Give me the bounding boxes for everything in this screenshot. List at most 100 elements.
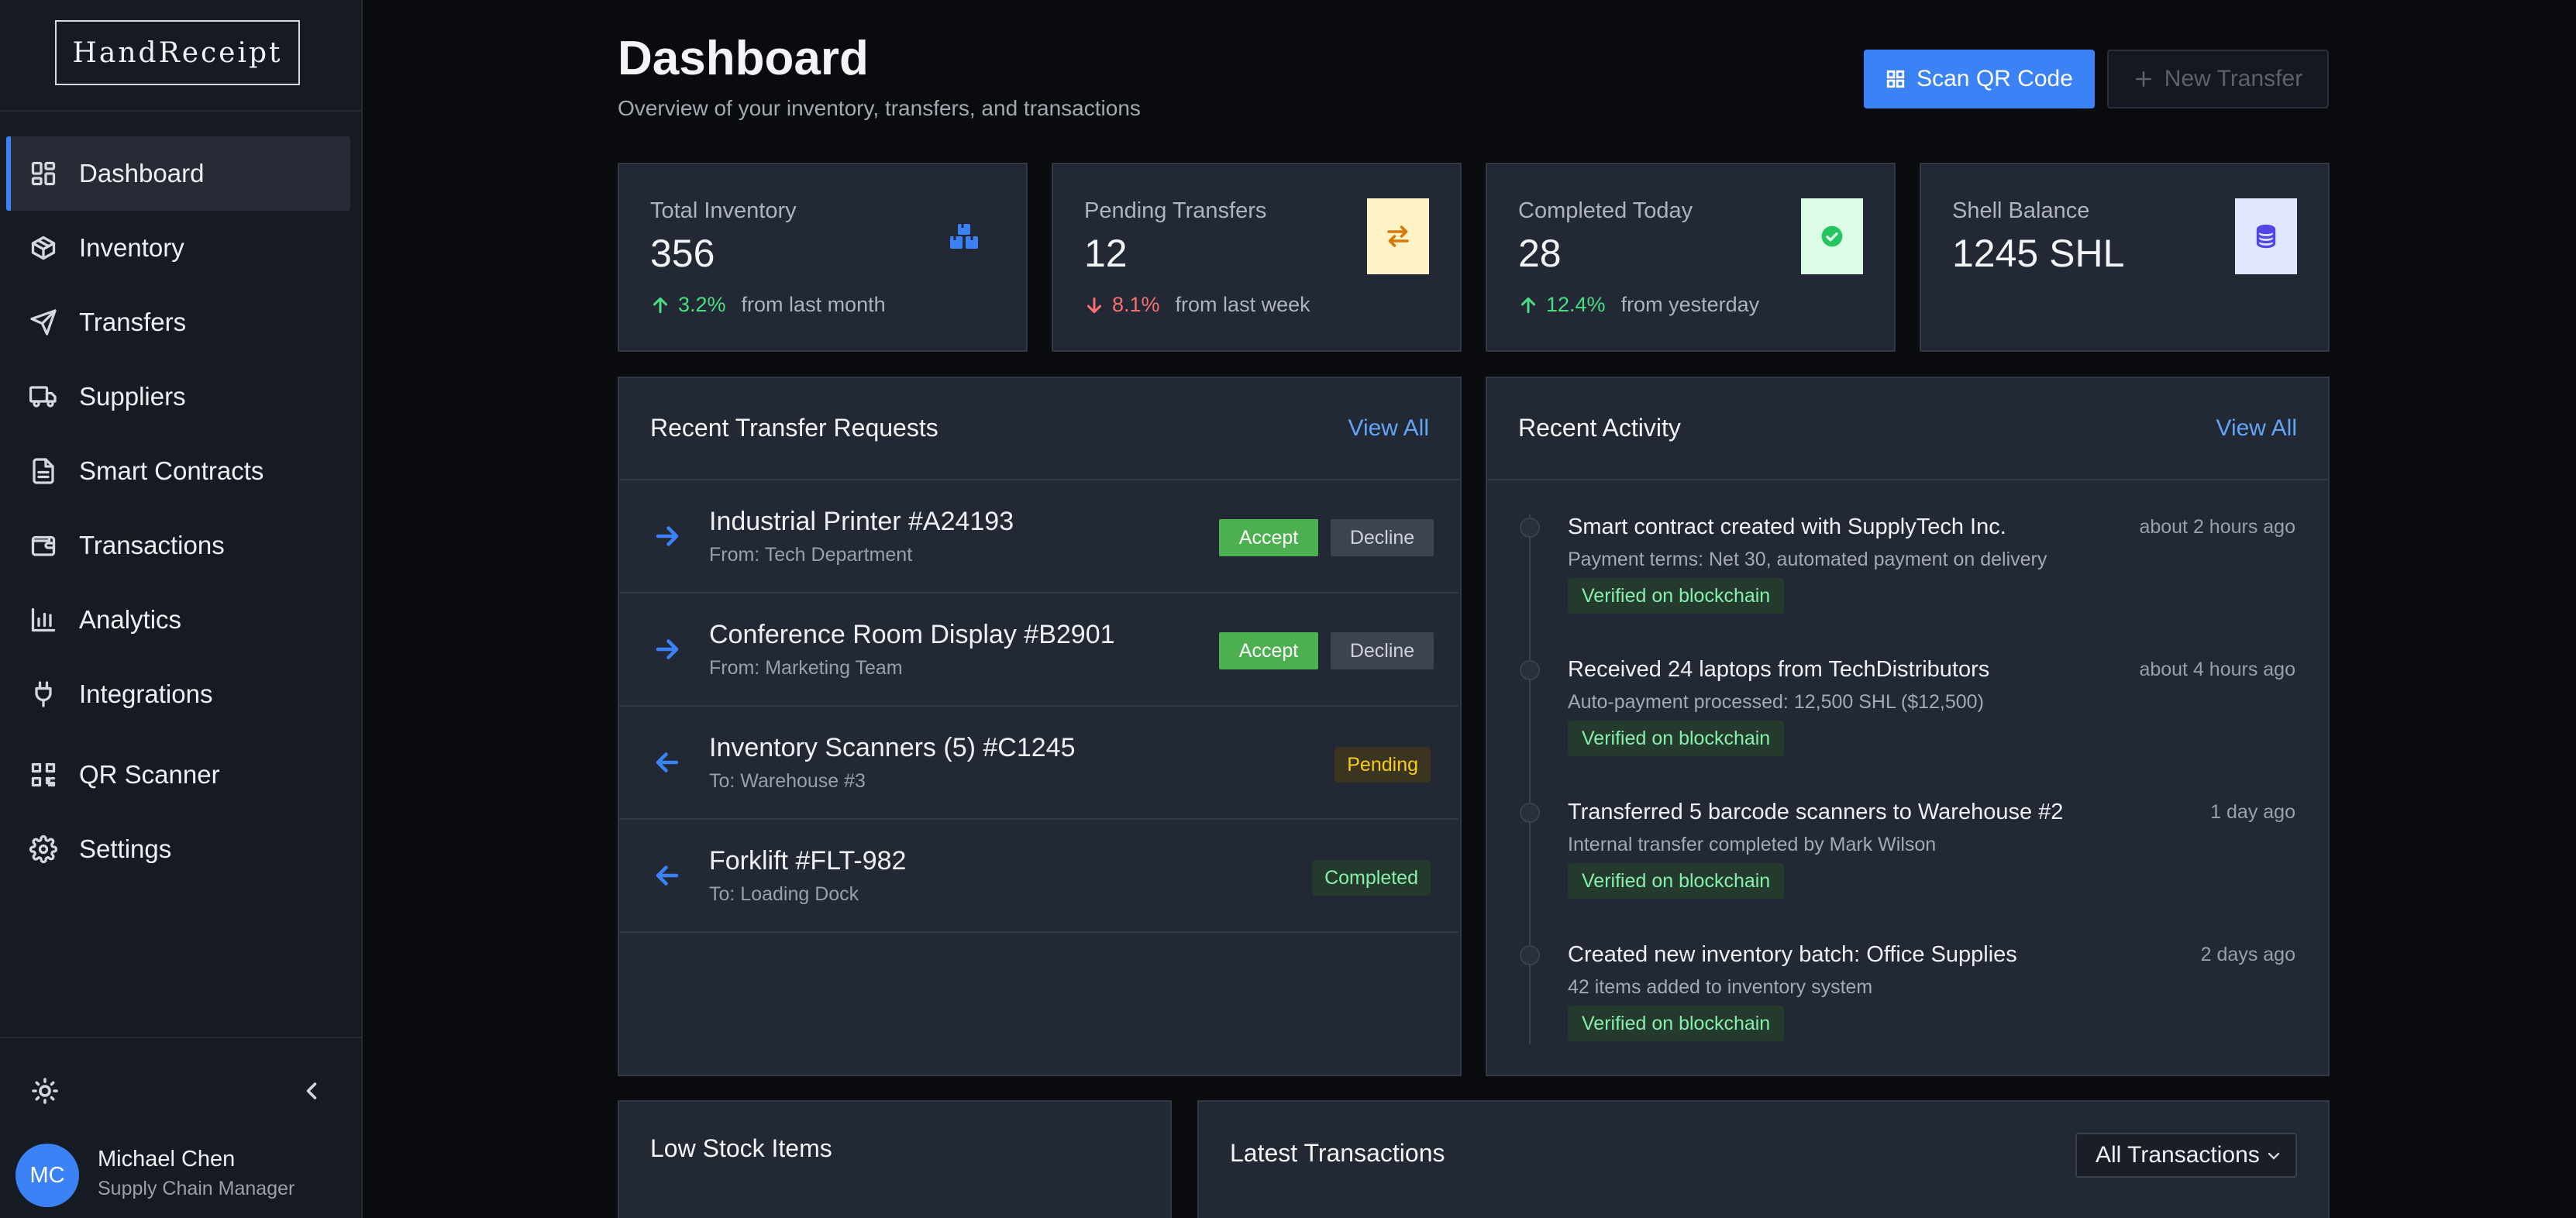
activity-time: about 4 hours ago — [2139, 659, 2295, 680]
activity-item[interactable]: Created new inventory batch: Office Supp… — [1487, 939, 2326, 1082]
stat-label: Shell Balance — [1952, 198, 2090, 223]
stat-change-pct: 3.2% — [678, 293, 726, 316]
new-transfer-button[interactable]: New Transfer — [2107, 50, 2329, 108]
transactions-filter-select[interactable]: All Transactions — [2075, 1133, 2297, 1178]
transfer-destination: To: Loading Dock — [709, 883, 859, 905]
stat-value: 12 — [1084, 232, 1128, 275]
transfer-row[interactable]: Industrial Printer #A24193 From: Tech De… — [619, 480, 1458, 594]
sidebar-item-transactions[interactable]: Transactions — [6, 508, 350, 583]
sidebar-item-dashboard[interactable]: Dashboard — [6, 136, 350, 211]
activity-time: about 2 hours ago — [2139, 516, 2295, 538]
brand-area: HandReceipt — [0, 0, 361, 112]
transfer-item-name: Inventory Scanners (5) #C1245 — [709, 733, 1076, 762]
boxes-icon — [933, 198, 995, 274]
sidebar-item-smart-contracts[interactable]: Smart Contracts — [6, 434, 350, 508]
low-stock-panel: Low Stock Items — [618, 1100, 1172, 1218]
stat-change: 12.4% from yesterday — [1518, 293, 1759, 317]
status-badge-pending: Pending — [1334, 747, 1431, 783]
dashboard-icon — [29, 160, 57, 188]
activity-item[interactable]: Smart contract created with SupplyTech I… — [1487, 511, 2326, 654]
stat-change-ref: from last week — [1175, 293, 1310, 316]
accept-button[interactable]: Accept — [1219, 519, 1318, 556]
qr-code-icon — [29, 761, 57, 789]
brand-logo[interactable]: HandReceipt — [55, 20, 300, 85]
sidebar-item-analytics[interactable]: Analytics — [6, 583, 350, 657]
sidebar-item-label: QR Scanner — [79, 760, 220, 789]
latest-transactions-panel: Latest Transactions All Transactions — [1197, 1100, 2330, 1218]
timeline-dot — [1520, 660, 1540, 680]
stat-label: Pending Transfers — [1084, 198, 1267, 223]
transfer-row[interactable]: Forklift #FLT-982 To: Loading Dock Compl… — [619, 820, 1458, 933]
sidebar-item-label: Analytics — [79, 605, 182, 634]
status-badge-completed: Completed — [1312, 860, 1431, 896]
sidebar-item-transfers[interactable]: Transfers — [6, 285, 350, 360]
activity-view-all-link[interactable]: View All — [2216, 415, 2297, 442]
wallet-icon — [29, 532, 57, 559]
stat-value: 28 — [1518, 232, 1562, 275]
transfers-view-all-link[interactable]: View All — [1348, 415, 1429, 442]
stat-change: 8.1% from last week — [1084, 293, 1310, 317]
coins-icon — [2235, 198, 2297, 274]
stat-value: 1245 SHL — [1952, 232, 2125, 275]
transactions-filter-value: All Transactions — [2096, 1142, 2260, 1168]
verified-badge: Verified on blockchain — [1568, 1006, 1785, 1041]
document-icon — [29, 457, 57, 485]
sidebar-item-label: Smart Contracts — [79, 456, 264, 485]
activity-item[interactable]: Received 24 laptops from TechDistributor… — [1487, 654, 2326, 797]
accept-button[interactable]: Accept — [1219, 632, 1318, 669]
transfer-row[interactable]: Inventory Scanners (5) #C1245 To: Wareho… — [619, 707, 1458, 820]
arrow-down-icon — [1087, 297, 1102, 313]
transfer-item-name: Forklift #FLT-982 — [709, 846, 907, 876]
activity-desc: 42 items added to inventory system — [1568, 976, 1873, 998]
sidebar-item-qr-scanner[interactable]: QR Scanner — [6, 738, 350, 812]
verified-badge: Verified on blockchain — [1568, 863, 1785, 899]
sidebar-item-inventory[interactable]: Inventory — [6, 211, 350, 285]
bar-chart-icon — [29, 606, 57, 634]
sidebar-item-label: Dashboard — [79, 159, 205, 188]
page-subtitle: Overview of your inventory, transfers, a… — [618, 96, 1141, 120]
sidebar-item-suppliers[interactable]: Suppliers — [6, 360, 350, 434]
stat-card-total-inventory: Total Inventory 356 3.2% from last month — [618, 163, 1028, 352]
decline-button[interactable]: Decline — [1331, 632, 1434, 669]
theme-toggle-sun-icon[interactable] — [31, 1077, 59, 1105]
user-name: Michael Chen — [98, 1147, 236, 1172]
activity-item[interactable]: Transferred 5 barcode scanners to Wareho… — [1487, 797, 2326, 939]
scan-qr-code-label: Scan QR Code — [1917, 66, 2073, 91]
sidebar-item-settings[interactable]: Settings — [6, 812, 350, 886]
arrow-up-icon — [1520, 297, 1536, 313]
sidebar-item-label: Transactions — [79, 531, 225, 559]
transfer-source: From: Marketing Team — [709, 657, 903, 679]
recent-activity-panel: Recent Activity View All Smart contract … — [1486, 377, 2330, 1076]
timeline-dot — [1520, 518, 1540, 538]
collapse-sidebar-chevron-left-icon[interactable] — [298, 1077, 325, 1105]
arrow-up-icon — [653, 297, 668, 313]
stat-card-completed-today: Completed Today 28 12.4% from yesterday — [1486, 163, 1896, 352]
decline-button[interactable]: Decline — [1331, 519, 1434, 556]
sidebar-footer — [0, 1037, 363, 1038]
activity-time: 2 days ago — [2200, 944, 2295, 965]
panel-title: Recent Transfer Requests — [650, 414, 938, 442]
transfer-row[interactable]: Conference Room Display #B2901 From: Mar… — [619, 594, 1458, 707]
gear-icon — [29, 834, 58, 864]
timeline-dot — [1520, 945, 1540, 965]
activity-desc: Internal transfer completed by Mark Wils… — [1568, 834, 1937, 855]
activity-desc: Payment terms: Net 30, automated payment… — [1568, 549, 2047, 570]
recent-transfers-panel: Recent Transfer Requests View All Indust… — [618, 377, 1462, 1076]
stat-value: 356 — [650, 232, 715, 275]
verified-badge: Verified on blockchain — [1568, 578, 1785, 614]
arrow-right-icon — [653, 522, 681, 550]
check-circle-icon — [1801, 198, 1863, 274]
avatar[interactable]: MC — [15, 1144, 79, 1207]
activity-title: Transferred 5 barcode scanners to Wareho… — [1568, 800, 2064, 824]
sidebar-item-label: Settings — [79, 834, 172, 863]
user-role: Supply Chain Manager — [98, 1178, 295, 1199]
scan-qr-code-button[interactable]: Scan QR Code — [1864, 50, 2095, 108]
sidebar-item-integrations[interactable]: Integrations — [6, 657, 350, 731]
stat-change-ref: from last month — [741, 293, 886, 316]
stat-change: 3.2% from last month — [650, 293, 886, 317]
transfer-destination: To: Warehouse #3 — [709, 770, 866, 792]
swap-arrows-icon — [1367, 198, 1429, 274]
transfer-source: From: Tech Department — [709, 544, 913, 566]
stat-card-shell-balance: Shell Balance 1245 SHL — [1920, 163, 2330, 352]
activity-time: 1 day ago — [2210, 801, 2295, 823]
